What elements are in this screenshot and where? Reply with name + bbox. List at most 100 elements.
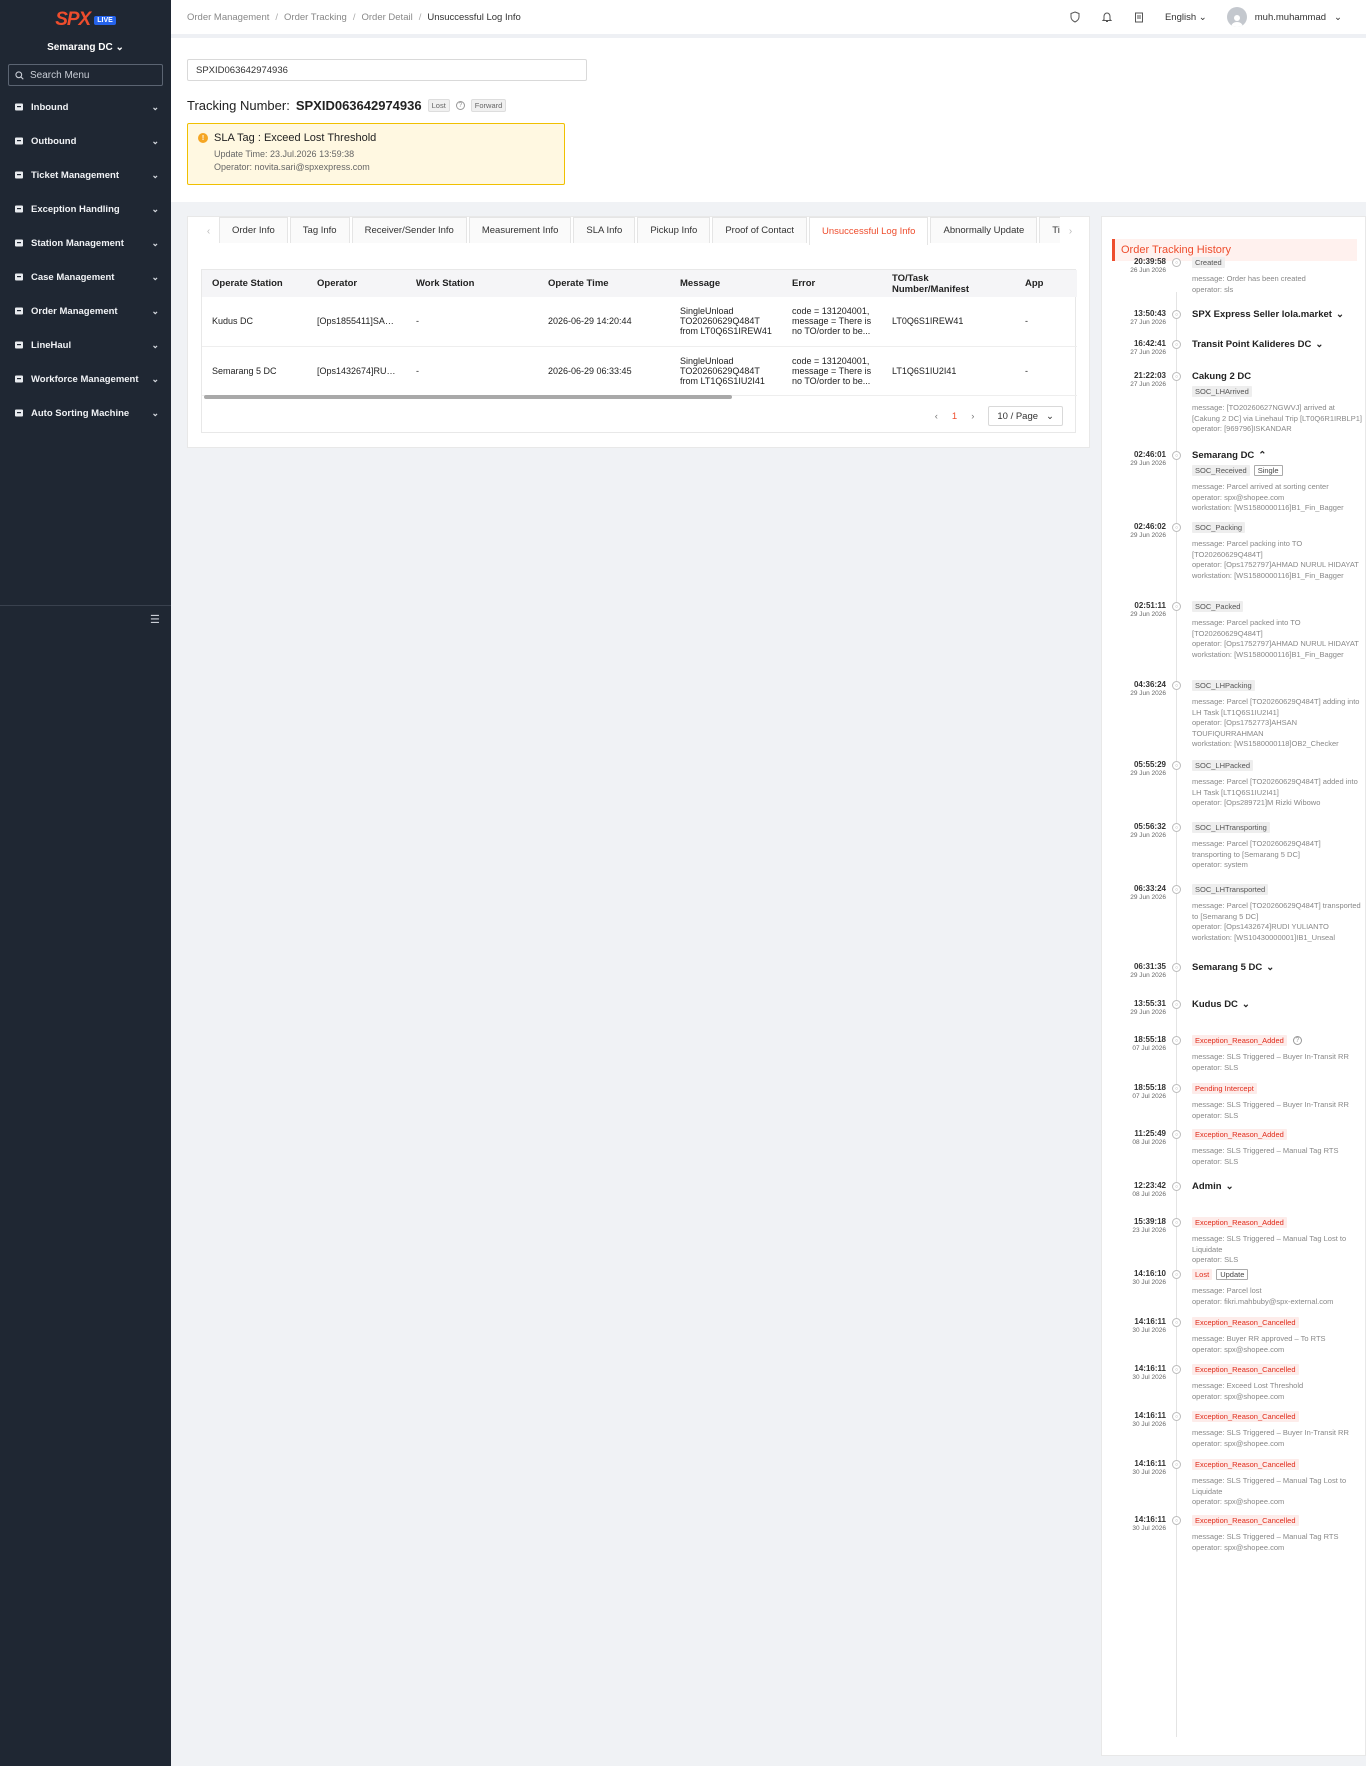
chevron-down-icon: ⌄: [151, 135, 159, 146]
tab-tag-info[interactable]: Tag Info: [289, 217, 350, 243]
event-time: 16:42:41: [1133, 339, 1166, 348]
sidebar-item-inbound[interactable]: Inbound ⌄: [0, 90, 171, 124]
sidebar-item-exception-handling[interactable]: Exception Handling ⌄: [0, 192, 171, 226]
page-size-value: 10 / Page: [997, 410, 1039, 422]
event-time: 11:25:49: [1134, 1129, 1166, 1138]
column-header: Operate Time: [538, 270, 670, 297]
event-time: 18:55:18: [1133, 1035, 1166, 1044]
event-detail-line: workstation: [WS10430000001]IB1_Unseal: [1192, 932, 1336, 942]
event-time: 14:16:11: [1134, 1459, 1166, 1468]
status-badge: Exception_Reason_Cancelled: [1192, 1459, 1299, 1470]
tracking-number-input[interactable]: SPXID063642974936: [187, 59, 587, 81]
bell-icon[interactable]: [1101, 11, 1113, 23]
tab-scroll-left-icon[interactable]: ‹: [198, 217, 219, 245]
clipboard-icon[interactable]: [1133, 11, 1145, 23]
chevron-down-icon: ⌄: [151, 169, 159, 180]
column-header: Operate Station: [202, 270, 307, 297]
event-detail-line: message: Parcel lost: [1192, 1286, 1262, 1295]
event-tags: Exception_Reason_Cancelled: [1192, 1317, 1362, 1328]
tab-scroll-right-icon[interactable]: ›: [1060, 217, 1081, 245]
timeline-dot-icon: ○: [1172, 1516, 1181, 1525]
question-icon[interactable]: ?: [1292, 1036, 1302, 1045]
event-time: 20:39:58: [1133, 257, 1166, 266]
event-details: message: Order has been created operator:…: [1192, 274, 1362, 295]
tab-order-info[interactable]: Order Info: [219, 217, 288, 243]
table-cell: [Ops1855411]SAM...: [307, 297, 406, 347]
status-badge[interactable]: Update: [1216, 1269, 1249, 1280]
shield-icon[interactable]: [1069, 11, 1081, 23]
user-menu[interactable]: muh.muhammad ⌄: [1226, 7, 1342, 27]
event-detail-line: message: Parcel packed into TO [TO202606…: [1192, 618, 1301, 638]
event-tags: Pending Intercept: [1192, 1083, 1362, 1094]
tab-unsuccessful-log-info[interactable]: Unsuccessful Log Info: [809, 217, 929, 245]
logo[interactable]: SPX LIVE: [0, 0, 171, 36]
sidebar-item-case-management[interactable]: Case Management ⌄: [0, 260, 171, 294]
lost-tag: Lost: [427, 99, 450, 112]
event-location[interactable]: Semarang DC ⌃: [1192, 450, 1362, 461]
sidebar-item-label: Order Management: [31, 305, 118, 317]
event-date: 29 Jun 2026: [1130, 1009, 1166, 1016]
event-details: message: SLS Triggered – Manual Tag Lost…: [1192, 1234, 1362, 1266]
event-tags: Created: [1192, 257, 1362, 268]
breadcrumb-item[interactable]: Order Management: [187, 12, 269, 23]
sla-operator: Operator: novita.sari@spxexpress.com: [214, 162, 370, 172]
tab-sla-info[interactable]: SLA Info: [573, 217, 636, 243]
collapse-menu-icon[interactable]: ☰: [150, 613, 160, 626]
breadcrumb-item[interactable]: Order Tracking: [284, 12, 347, 23]
sidebar-item-auto-sorting-machine[interactable]: Auto Sorting Machine ⌄: [0, 396, 171, 430]
tab-ticket-log[interactable]: Ticket Log: [1039, 217, 1060, 243]
sidebar-item-workforce-management[interactable]: Workforce Management ⌄: [0, 362, 171, 396]
table-body: Kudus DC [Ops1855411]SAM... - 2026-06-29 14…: [202, 297, 1077, 396]
sidebar-item-station-management[interactable]: Station Management ⌄: [0, 226, 171, 260]
prev-page-icon[interactable]: ‹: [935, 411, 938, 422]
tracking-number: SPXID063642974936: [295, 98, 422, 113]
tab-abnormally-update[interactable]: Abnormally Update: [930, 217, 1038, 243]
event-details: message: SLS Triggered – Buyer In-Transi…: [1192, 1052, 1362, 1073]
station-selector[interactable]: Semarang DC ⌄: [0, 42, 171, 56]
event-location[interactable]: SPX Express Seller lola.market ⌄: [1192, 309, 1362, 320]
page-size-select[interactable]: 10 / Page ⌄: [988, 406, 1063, 426]
sidebar-item-outbound[interactable]: Outbound ⌄: [0, 124, 171, 158]
chevron-down-icon: ⌄: [151, 339, 159, 350]
event-tags: Exception_Reason_Cancelled: [1192, 1411, 1362, 1422]
language-selector[interactable]: English ⌄: [1165, 12, 1207, 23]
event-location-name: Admin: [1192, 1181, 1222, 1192]
tracking-title: Tracking Number: SPXID063642974936 Lost …: [187, 98, 507, 113]
status-badge: Exception_Reason_Cancelled: [1192, 1317, 1299, 1328]
detail-card: ‹ Order Info Tag Info Receiver/Sender Info…: [187, 216, 1090, 448]
tab-receiver-sender-info[interactable]: Receiver/Sender Info: [351, 217, 467, 243]
table-row: Kudus DC [Ops1855411]SAM... - 2026-06-29 14…: [202, 297, 1077, 347]
search-menu-input[interactable]: Search Menu: [8, 64, 163, 86]
timeline-dot-icon: ○: [1172, 1270, 1181, 1279]
event-tags: SOC_LHPacked: [1192, 760, 1362, 771]
page-number[interactable]: 1: [952, 411, 957, 422]
event-date: 23 Jul 2026: [1132, 1227, 1166, 1234]
event-location[interactable]: Semarang 5 DC ⌄: [1192, 962, 1362, 973]
event-location[interactable]: Transit Point Kalideres DC ⌄: [1192, 339, 1362, 350]
event-location[interactable]: Kudus DC ⌄: [1192, 999, 1362, 1010]
horizontal-scrollbar[interactable]: [204, 395, 732, 399]
question-icon[interactable]: ?: [455, 101, 465, 110]
event-location[interactable]: Admin ⌄: [1192, 1181, 1362, 1192]
cell-text: code = 131204001, message = There is no …: [792, 355, 872, 386]
table-cell: Semarang 5 DC: [202, 346, 307, 396]
event-location-name: Semarang 5 DC: [1192, 962, 1263, 973]
logo-text: SPX: [55, 9, 91, 30]
timeline-dot-icon: ○: [1172, 523, 1181, 532]
tab-proof-of-contact[interactable]: Proof of Contact: [712, 217, 807, 243]
next-page-icon[interactable]: ›: [971, 411, 974, 422]
tab-measurement-info[interactable]: Measurement Info: [468, 217, 572, 243]
tab-pickup-info[interactable]: Pickup Info: [637, 217, 711, 243]
table-cell: 2026-06-29 14:20:44: [538, 297, 670, 347]
status-badge: Exception_Reason_Added: [1192, 1035, 1287, 1046]
sidebar-item-ticket-management[interactable]: Ticket Management ⌄: [0, 158, 171, 192]
sidebar-item-linehaul[interactable]: LineHaul ⌄: [0, 328, 171, 362]
event-time: 14:16:11: [1134, 1317, 1166, 1326]
event-location-name: Semarang DC: [1192, 450, 1255, 461]
sidebar-item-order-management[interactable]: Order Management ⌄: [0, 294, 171, 328]
event-detail-line: message: Parcel packing into TO [TO20260…: [1192, 539, 1303, 559]
cell-text: SingleUnload TO20260629Q484T from LT0Q6S…: [680, 306, 772, 337]
column-header: Operator: [307, 270, 406, 297]
cell-text: -: [416, 365, 419, 376]
breadcrumb-item[interactable]: Order Detail: [361, 12, 412, 23]
